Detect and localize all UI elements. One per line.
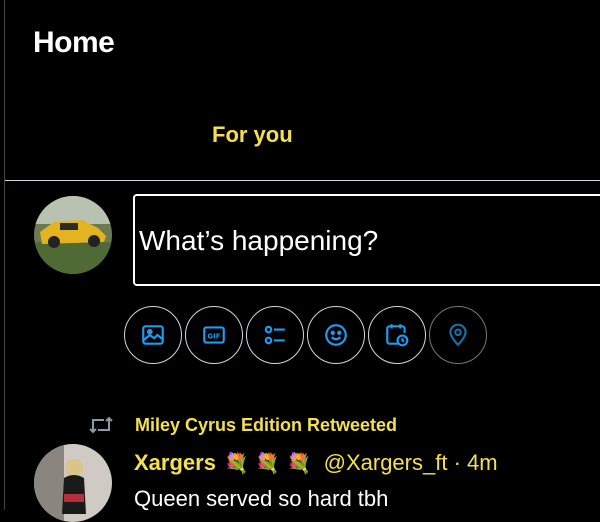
home-header: Home For you — [5, 0, 600, 181]
tweet-author-handle[interactable]: @Xargers_ft — [324, 450, 448, 475]
bouquet-emoji: 💐 💐 💐 — [224, 451, 312, 475]
separator-dot: · — [453, 450, 461, 475]
compose-box[interactable] — [133, 194, 600, 286]
location-icon — [449, 323, 467, 347]
svg-text:GIF: GIF — [207, 331, 220, 340]
compose-input[interactable] — [137, 224, 581, 258]
schedule-button[interactable] — [368, 306, 426, 364]
retweeted-by-text[interactable]: Miley Cyrus Edition Retweeted — [135, 415, 397, 436]
tab-for-you[interactable]: For you — [212, 122, 293, 148]
emoji-button[interactable] — [307, 306, 365, 364]
poll-icon — [264, 325, 285, 345]
emoji-icon — [325, 324, 347, 346]
user-avatar[interactable] — [34, 196, 112, 274]
tweet-author-avatar[interactable] — [34, 444, 112, 522]
tweet-timestamp[interactable]: 4m — [467, 450, 498, 475]
retweet-context: Miley Cyrus Edition Retweeted — [88, 413, 588, 439]
page-title: Home — [33, 26, 115, 59]
retweet-icon — [89, 416, 113, 434]
tweet-author-name[interactable]: Xargers — [134, 450, 216, 475]
gif-icon: GIF — [203, 326, 225, 344]
tweet-header: Xargers 💐 💐 💐 @Xargers_ft · 4m — [134, 450, 498, 476]
tweet-text: Queen served so hard tbh — [134, 486, 389, 511]
image-button[interactable] — [124, 306, 182, 364]
image-icon — [142, 325, 164, 345]
schedule-icon — [386, 324, 409, 347]
gif-button[interactable]: GIF — [185, 306, 243, 364]
location-button[interactable] — [429, 306, 487, 364]
poll-button[interactable] — [246, 306, 304, 364]
